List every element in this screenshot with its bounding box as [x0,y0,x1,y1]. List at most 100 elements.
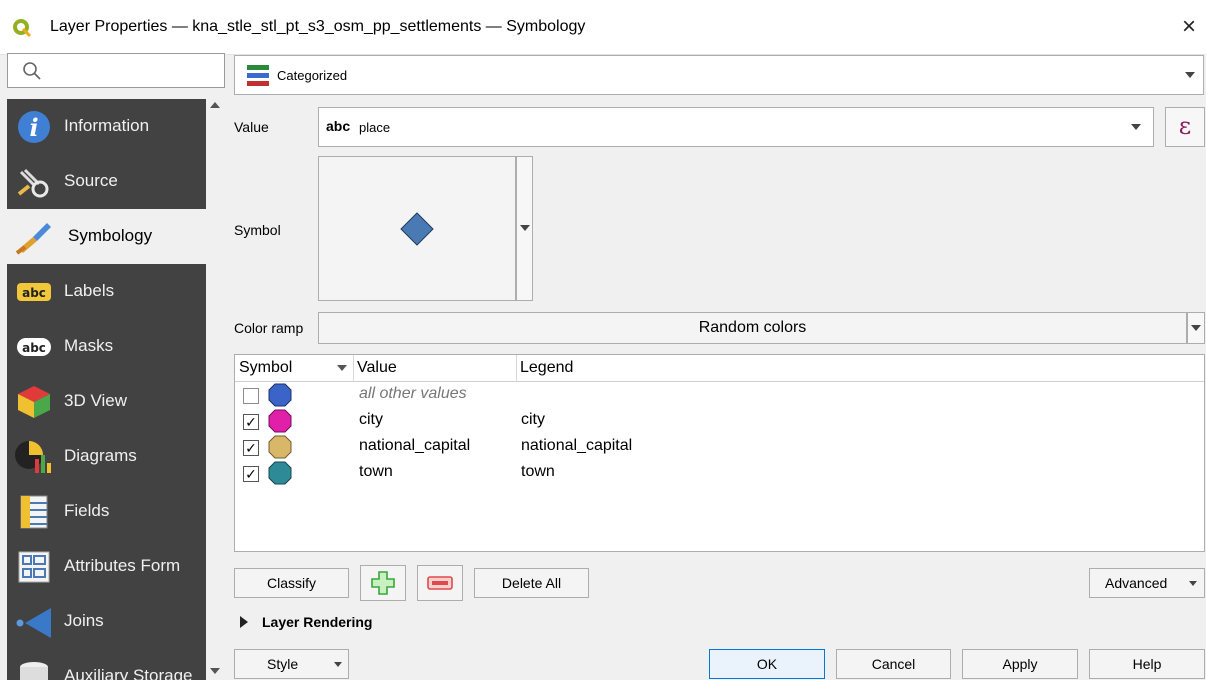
sidebar-item-label: Diagrams [64,446,137,465]
sidebar-scrollbar[interactable] [206,99,225,680]
category-checkbox[interactable]: ✓ [243,440,259,456]
layer-rendering-label: Layer Rendering [262,614,373,630]
category-legend: national_capital [521,437,633,454]
table-row[interactable]: ✓ national_capital national_capital [235,434,1204,460]
symbol-label: Symbol [234,222,281,238]
category-value: city [359,411,383,428]
table-row[interactable]: ✓ town town [235,460,1204,486]
sidebar-item-masks[interactable]: abc Masks [7,319,206,374]
expand-triangle-icon [240,616,248,628]
plus-icon [371,571,395,595]
renderer-type-select[interactable]: Categorized [234,55,1204,95]
color-ramp-button[interactable]: Random colors [318,312,1187,344]
column-divider [516,355,517,382]
close-button[interactable]: × [1176,14,1202,40]
advanced-menu-button[interactable]: Advanced [1089,568,1205,598]
style-menu-button[interactable]: Style [234,649,349,679]
category-value: all other values [359,385,467,402]
expression-button[interactable]: ε [1165,107,1205,147]
svg-text:i: i [29,113,38,142]
renderer-type-label: Categorized [277,68,348,83]
string-type-badge: abc [326,118,351,134]
chevron-down-icon [334,662,342,667]
category-value: town [359,463,393,480]
sidebar-item-label: Source [64,171,118,190]
apply-button[interactable]: Apply [962,649,1078,679]
chevron-down-icon [1185,72,1195,78]
search-box[interactable] [7,53,225,88]
scroll-up-arrow-icon[interactable] [210,102,220,108]
value-field-combo[interactable]: abc place [318,107,1154,147]
sidebar-item-label: Auxiliary Storage [64,666,193,680]
category-checkbox[interactable] [243,388,259,404]
octagon-symbol-icon [268,409,292,433]
table-header: Symbol Value Legend [235,355,1204,382]
sidebar-item-fields[interactable]: Fields [7,484,206,539]
svg-text:abc: abc [22,286,46,300]
cancel-button[interactable]: Cancel [836,649,951,679]
sidebar-item-labels[interactable]: abc Labels [7,264,206,319]
3d-cube-icon [18,386,50,418]
search-input[interactable] [52,60,217,82]
scroll-down-arrow-icon[interactable] [210,668,220,674]
diagrams-icon [15,441,51,473]
sidebar-item-label: Masks [64,336,114,355]
symbology-paintbrush-icon [15,223,51,255]
categorized-renderer-icon [247,65,269,86]
sidebar: i Information Source Symbology abc Label… [7,99,206,680]
table-row[interactable]: all other values [235,382,1204,408]
delete-all-button[interactable]: Delete All [474,568,589,598]
sidebar-item-label: Joins [64,611,104,630]
fields-icon [20,495,48,529]
color-ramp-dropdown-button[interactable] [1187,312,1205,344]
category-value: national_capital [359,437,471,454]
column-header-legend[interactable]: Legend [520,359,573,377]
sidebar-item-label: Labels [64,281,115,300]
sidebar-item-label: 3D View [64,391,127,410]
sidebar-item-information[interactable]: i Information [7,99,206,154]
sidebar-item-auxiliary-storage[interactable]: Auxiliary Storage [7,649,206,680]
advanced-button-label: Advanced [1105,575,1168,591]
window-title: Layer Properties — kna_stle_stl_pt_s3_os… [50,18,586,35]
search-icon [23,62,41,80]
layer-rendering-section[interactable]: Layer Rendering [240,614,372,630]
column-header-symbol[interactable]: Symbol [239,359,292,377]
sort-indicator-icon [337,365,347,371]
symbol-dropdown-button[interactable] [516,156,533,301]
octagon-symbol-icon [268,461,292,485]
labels-abc-icon: abc [17,283,51,301]
column-header-value[interactable]: Value [357,359,397,377]
sidebar-item-joins[interactable]: Joins [7,594,206,649]
category-legend: town [521,463,555,480]
sidebar-item-source[interactable]: Source [7,154,206,209]
information-icon: i [18,111,50,143]
remove-category-button[interactable] [417,565,463,601]
ok-button[interactable]: OK [709,649,825,679]
column-divider [353,355,354,382]
sidebar-item-symbology[interactable]: Symbology [7,209,206,264]
joins-icon [16,608,51,638]
sidebar-item-label: Symbology [68,226,153,245]
category-legend: city [521,411,545,428]
chevron-down-icon [1191,325,1201,331]
classify-button[interactable]: Classify [234,568,349,598]
category-checkbox[interactable]: ✓ [243,414,259,430]
title-bar: Layer Properties — kna_stle_stl_pt_s3_os… [0,0,1206,55]
svg-text:abc: abc [22,341,46,355]
add-category-button[interactable] [360,565,406,601]
sidebar-item-label: Fields [64,501,110,520]
category-checkbox[interactable]: ✓ [243,466,259,482]
sidebar-item-3d-view[interactable]: 3D View [7,374,206,429]
octagon-symbol-icon [268,435,292,459]
sidebar-item-attributes-form[interactable]: Attributes Form [7,539,206,594]
categories-table[interactable]: Symbol Value Legend all other values ✓ c… [234,354,1205,552]
value-label: Value [234,119,269,135]
style-button-label: Style [267,656,299,672]
symbol-button[interactable] [318,156,516,301]
table-row[interactable]: ✓ city city [235,408,1204,434]
sidebar-item-diagrams[interactable]: Diagrams [7,429,206,484]
help-button[interactable]: Help [1089,649,1205,679]
qgis-logo-icon [13,19,32,38]
color-ramp-label: Color ramp [234,320,304,336]
sidebar-item-label: Attributes Form [64,556,181,575]
